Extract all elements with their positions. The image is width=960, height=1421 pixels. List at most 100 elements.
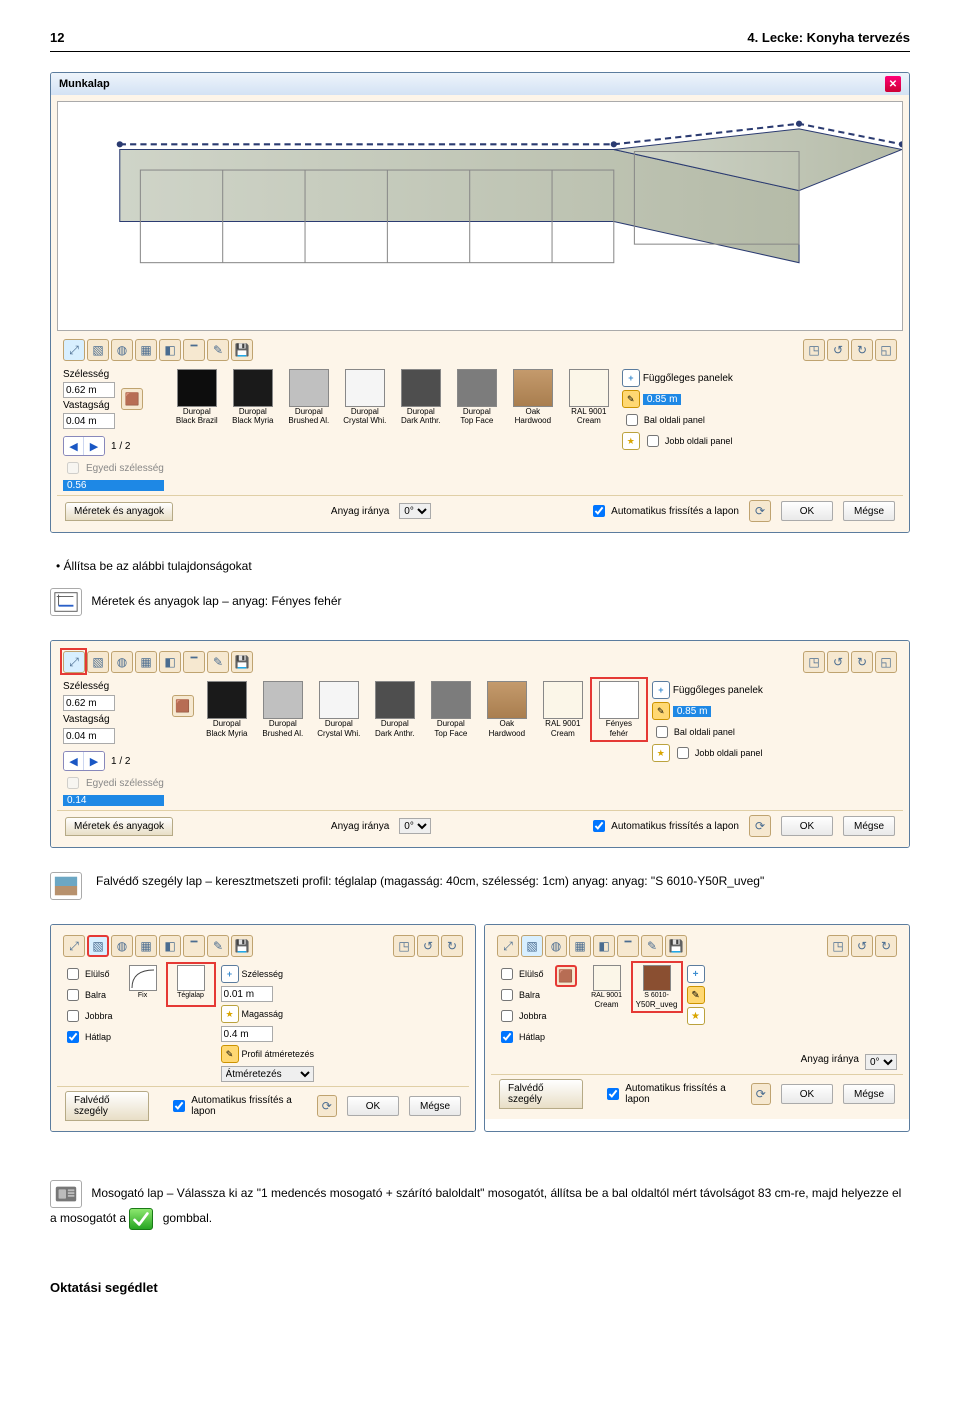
material-swatch[interactable]: DuropalTop Face [452,369,502,426]
thickness-input[interactable] [63,413,115,429]
tab-sizes-materials[interactable]: Méretek és anyagok [65,817,173,836]
thickness-input[interactable] [63,728,115,744]
material-swatch[interactable]: DuropalBlack Brazil [172,369,222,426]
front-checkbox[interactable] [501,968,513,980]
cancel-button[interactable]: Mégse [843,816,895,836]
material-swatch[interactable]: OakHardwood [482,681,532,738]
material-swatch[interactable]: DuropalBrushed Al. [258,681,308,738]
material-icon[interactable]: 🟫 [172,695,194,717]
size-materials-icon[interactable]: ⤢ [63,339,85,361]
hob-icon[interactable]: ▦ [135,651,157,673]
view-3d-icon[interactable]: ◳ [803,339,825,361]
material-direction-select[interactable]: 0° [865,1054,897,1070]
rotate-left-icon[interactable]: ↺ [827,651,849,673]
tab-backsplash[interactable]: Falvédő szegély [499,1079,583,1109]
back-checkbox[interactable] [501,1031,513,1043]
edge-icon[interactable]: 🭶 [183,651,205,673]
back-checkbox[interactable] [67,1031,79,1043]
rotate-right-icon[interactable]: ↻ [851,339,873,361]
width-input[interactable] [63,382,115,398]
view-3d-icon[interactable]: ◳ [827,935,849,957]
material-swatch[interactable]: DuropalCrystal Whi. [340,369,390,426]
backsplash-icon[interactable]: ▧ [521,935,543,957]
left-panel-checkbox[interactable] [626,414,638,426]
zoom-fit-icon[interactable]: ◱ [875,651,897,673]
tab-backsplash[interactable]: Falvédő szegély [65,1091,149,1121]
hob-icon[interactable]: ▦ [135,935,157,957]
rotate-left-icon[interactable]: ↺ [417,935,439,957]
edit-button[interactable]: ✎ [622,390,640,408]
material-swatch[interactable]: RAL 9001Cream [585,965,629,1009]
3d-preview[interactable] [57,101,903,331]
edge-icon[interactable]: 🭶 [617,935,639,957]
right-panel-checkbox[interactable] [677,747,689,759]
material-swatch[interactable]: DuropalDark Anthr. [370,681,420,738]
tab-sizes-materials[interactable]: Méretek és anyagok [65,502,173,521]
hob-icon[interactable]: ▦ [569,935,591,957]
material-swatch[interactable]: S 6010-Y50R_uveg [635,965,679,1009]
material-swatch[interactable]: RAL 9001Cream [538,681,588,738]
left-checkbox[interactable] [67,989,79,1001]
width-input[interactable] [63,695,115,711]
zoom-fit-icon[interactable]: ◱ [875,339,897,361]
edit-button[interactable]: ✎ [687,986,705,1004]
rotate-left-icon[interactable]: ↺ [851,935,873,957]
pager-arrows[interactable]: ◀▶ [63,751,105,771]
ok-button[interactable]: OK [781,1084,833,1104]
material-swatch[interactable]: DuropalBlack Myria [202,681,252,738]
ok-button[interactable]: OK [781,501,833,521]
right-checkbox[interactable] [501,1010,513,1022]
edit-icon[interactable]: ✎ [207,339,229,361]
material-swatch[interactable]: DuropalTop Face [426,681,476,738]
auto-refresh-checkbox[interactable] [607,1088,619,1100]
edit-icon[interactable]: ✎ [207,651,229,673]
sink-icon[interactable]: ◍ [111,651,133,673]
material-swatch[interactable]: RAL 9001Cream [564,369,614,426]
rotate-right-icon[interactable]: ↻ [875,935,897,957]
add-button[interactable]: + [687,965,705,983]
edge-icon[interactable]: 🭶 [183,339,205,361]
refresh-icon[interactable]: ⟳ [749,500,771,522]
save-icon[interactable]: 💾 [231,339,253,361]
material-swatch[interactable]: OakHardwood [508,369,558,426]
material-swatch[interactable]: Fényesfehér [594,681,644,738]
cancel-button[interactable]: Mégse [843,501,895,521]
favorite-button[interactable]: ★ [687,1007,705,1025]
refresh-icon[interactable]: ⟳ [749,815,771,837]
backsplash-icon[interactable]: ▧ [87,339,109,361]
size-materials-icon[interactable]: ⤢ [63,651,85,673]
material-direction-select[interactable]: 0° [399,818,431,834]
close-icon[interactable]: ✕ [885,76,901,92]
edge-icon[interactable]: 🭶 [183,935,205,957]
sink-icon[interactable]: ◍ [111,339,133,361]
left-checkbox[interactable] [501,989,513,1001]
edit-button[interactable]: ✎ [221,1045,239,1063]
cancel-button[interactable]: Mégse [409,1096,461,1116]
favorite-button[interactable]: ★ [622,432,640,450]
view-3d-icon[interactable]: ◳ [803,651,825,673]
refresh-icon[interactable]: ⟳ [317,1095,337,1117]
size-materials-icon[interactable]: ⤢ [63,935,85,957]
material-swatch[interactable]: DuropalBrushed Al. [284,369,334,426]
material-swatch[interactable]: DuropalCrystal Whi. [314,681,364,738]
rotate-right-icon[interactable]: ↻ [441,935,463,957]
front-checkbox[interactable] [67,968,79,980]
pager-arrows[interactable]: ◀▶ [63,436,105,456]
auto-refresh-checkbox[interactable] [173,1100,185,1112]
size-materials-icon[interactable]: ⤢ [497,935,519,957]
edit-icon[interactable]: ✎ [641,935,663,957]
accessory-icon[interactable]: ◧ [159,651,181,673]
material-icon[interactable]: 🟫 [555,965,577,987]
add-button[interactable]: + [622,369,640,387]
cancel-button[interactable]: Mégse [843,1084,895,1104]
material-swatch[interactable]: DuropalDark Anthr. [396,369,446,426]
view-3d-icon[interactable]: ◳ [393,935,415,957]
add-button[interactable]: + [652,681,670,699]
save-icon[interactable]: 💾 [231,651,253,673]
accessory-icon[interactable]: ◧ [159,935,181,957]
edit-icon[interactable]: ✎ [207,935,229,957]
sink-icon[interactable]: ◍ [545,935,567,957]
favorite-button[interactable]: ★ [221,1005,239,1023]
sink-icon[interactable]: ◍ [111,935,133,957]
material-direction-select[interactable]: 0° [399,503,431,519]
